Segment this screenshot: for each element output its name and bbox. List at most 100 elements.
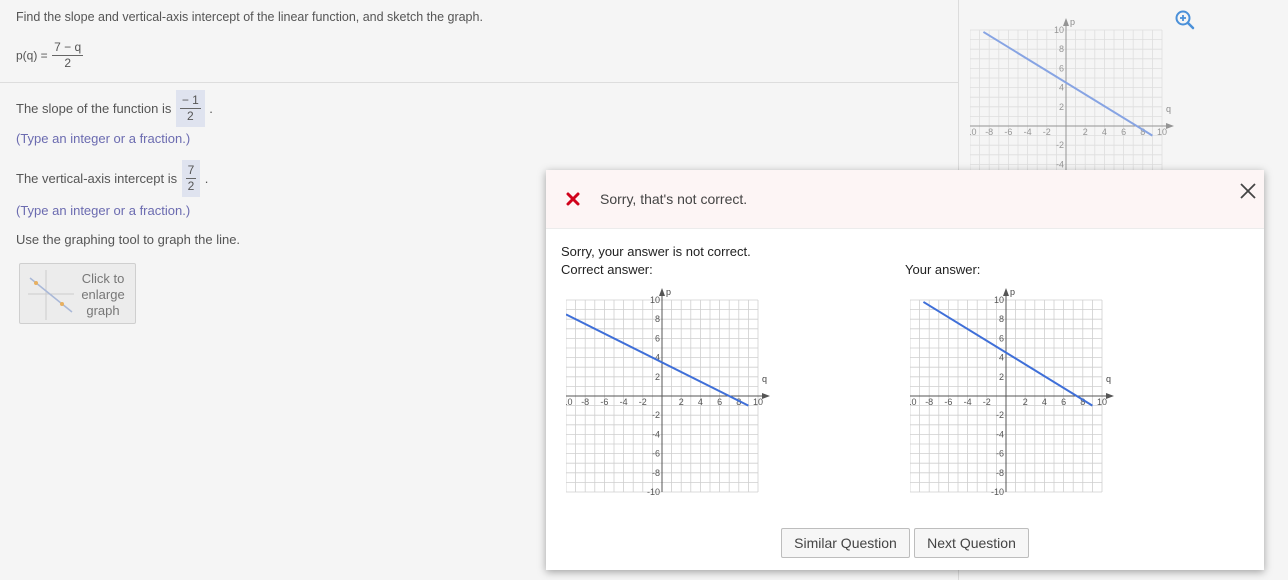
x-tick-label: 6 — [717, 397, 722, 407]
feedback-dialog: Sorry, that's not correct. Sorry, your a… — [546, 170, 1264, 570]
y-tick-label: 8 — [655, 314, 660, 324]
x-tick-label: 10 — [1097, 397, 1107, 407]
your-answer-graph: qp-10-8-6-4-2246810108642-2-4-6-8-10 — [910, 287, 1114, 497]
answer-graph[interactable]: qp-10-8-6-4-2246810108642-2-4-6-8-10 — [970, 10, 1200, 172]
y-tick-label: 8 — [999, 314, 1004, 324]
y-tick-label: -10 — [647, 487, 660, 497]
x-tick-label: 6 — [1121, 127, 1126, 137]
y-tick-label: -2 — [652, 410, 660, 420]
slope-hint: (Type an integer or a fraction.) — [16, 131, 191, 146]
zoom-in-icon[interactable] — [1174, 9, 1196, 31]
x-mark-icon — [566, 192, 580, 206]
x-tick-label: -2 — [639, 397, 647, 407]
x-tick-label: -4 — [964, 397, 972, 407]
x-tick-label: 10 — [1157, 127, 1167, 137]
y-tick-label: -6 — [996, 449, 1004, 459]
function-line — [566, 313, 749, 407]
x-tick-label: -6 — [944, 397, 952, 407]
x-tick-label: -8 — [581, 397, 589, 407]
enlarge-graph-label: Click to enlarge graph — [81, 271, 125, 318]
x-axis-label: q — [1106, 374, 1111, 384]
x-tick-label: -10 — [566, 397, 573, 407]
x-tick-label: 2 — [1023, 397, 1028, 407]
x-tick-label: -4 — [1024, 127, 1032, 137]
instruction-text: Find the slope and vertical-axis interce… — [16, 10, 483, 24]
y-tick-label: 8 — [1059, 44, 1064, 54]
y-tick-label: -2 — [996, 410, 1004, 420]
x-tick-label: -10 — [910, 397, 917, 407]
y-tick-label: 6 — [1059, 63, 1064, 73]
x-tick-label: -6 — [1004, 127, 1012, 137]
y-axis-label: p — [1010, 287, 1015, 297]
intercept-numerator: 7 — [185, 163, 197, 179]
function-numerator: 7 − q — [52, 40, 84, 56]
y-tick-label: -8 — [996, 468, 1004, 478]
y-tick-label: 2 — [1059, 102, 1064, 112]
x-tick-label: -2 — [1043, 127, 1051, 137]
intercept-prefix: The vertical-axis intercept is — [16, 171, 178, 186]
y-tick-label: -2 — [1056, 140, 1064, 150]
section-divider — [0, 82, 958, 83]
x-tick-label: 2 — [1083, 127, 1088, 137]
enlarge-graph-button[interactable]: Click to enlarge graph — [19, 263, 136, 324]
correct-answer-graph: qp-10-8-6-4-2246810108642-2-4-6-8-10 — [566, 287, 770, 497]
x-axis-arrow-icon — [1106, 393, 1114, 399]
y-tick-label: 4 — [1059, 83, 1064, 93]
x-axis-label: q — [762, 374, 767, 384]
y-tick-label: 2 — [655, 372, 660, 382]
feedback-title: Sorry, that's not correct. — [600, 191, 748, 207]
y-tick-label: -4 — [1056, 159, 1064, 169]
y-tick-label: 6 — [655, 333, 660, 343]
function-fraction: 7 − q 2 — [52, 40, 84, 71]
y-tick-label: -4 — [996, 429, 1004, 439]
intercept-denominator: 2 — [187, 179, 195, 193]
x-tick-label: 4 — [1042, 397, 1047, 407]
y-tick-label: -8 — [652, 468, 660, 478]
function-expression: p(q) = 7 − q 2 — [16, 40, 84, 71]
x-tick-label: 6 — [1061, 397, 1066, 407]
x-tick-label: -8 — [925, 397, 933, 407]
next-question-button[interactable]: Next Question — [914, 528, 1029, 558]
intercept-suffix: . — [204, 171, 209, 186]
intercept-hint: (Type an integer or a fraction.) — [16, 203, 191, 218]
function-name: p(q) = — [16, 48, 48, 63]
graph-thumbnail-icon — [28, 270, 74, 320]
y-tick-label: 10 — [650, 295, 660, 305]
x-tick-label: -10 — [970, 127, 977, 137]
y-axis-label: p — [666, 287, 671, 297]
slope-prefix: The slope of the function is — [16, 101, 172, 116]
x-axis-label: q — [1166, 104, 1171, 114]
x-axis-arrow-icon — [1166, 123, 1174, 129]
feedback-message: Sorry, your answer is not correct. — [561, 244, 751, 259]
similar-question-button[interactable]: Similar Question — [781, 528, 910, 558]
x-tick-label: 4 — [698, 397, 703, 407]
correct-answer-label: Correct answer: — [561, 262, 653, 277]
x-tick-label: -8 — [985, 127, 993, 137]
y-tick-label: 10 — [1054, 25, 1064, 35]
slope-answer-box[interactable]: − 1 2 — [175, 90, 205, 127]
intercept-answer-box[interactable]: 7 2 — [181, 160, 201, 197]
slope-denominator: 2 — [186, 109, 194, 123]
y-tick-label: -4 — [652, 429, 660, 439]
y-tick-label: 6 — [999, 333, 1004, 343]
graph-instruction: Use the graphing tool to graph the line. — [16, 232, 241, 247]
your-answer-label: Your answer: — [905, 262, 981, 277]
x-tick-label: 10 — [753, 397, 763, 407]
slope-numerator: − 1 — [179, 93, 201, 109]
feedback-header: Sorry, that's not correct. — [546, 170, 1264, 229]
slope-suffix: . — [209, 101, 213, 116]
x-tick-label: 2 — [679, 397, 684, 407]
close-icon[interactable] — [1239, 182, 1257, 200]
y-tick-label: 10 — [994, 295, 1004, 305]
y-tick-label: 2 — [999, 372, 1004, 382]
x-tick-label: -4 — [620, 397, 628, 407]
intercept-row: The vertical-axis intercept is 7 2 . — [16, 160, 208, 197]
x-tick-label: -6 — [600, 397, 608, 407]
x-tick-label: 4 — [1102, 127, 1107, 137]
x-axis-arrow-icon — [762, 393, 770, 399]
y-tick-label: -6 — [652, 449, 660, 459]
y-tick-label: -10 — [991, 487, 1004, 497]
x-tick-label: -2 — [983, 397, 991, 407]
y-tick-label: 4 — [999, 353, 1004, 363]
y-axis-label: p — [1070, 17, 1075, 27]
